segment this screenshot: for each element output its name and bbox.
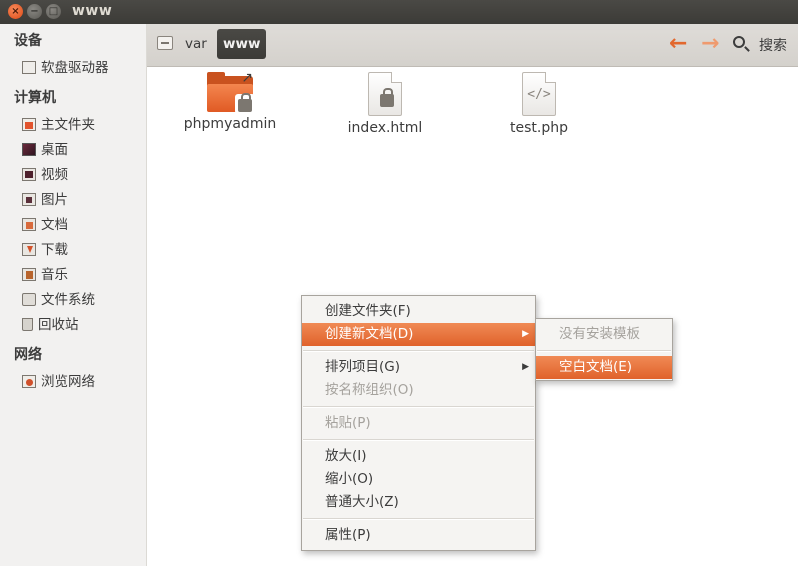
menu-item-zoom-out[interactable]: 缩小(O) — [302, 468, 535, 491]
menu-separator — [303, 439, 534, 441]
desktop-icon — [22, 143, 36, 156]
submenu-arrow-icon: ▶ — [522, 329, 529, 339]
sidebar-item-trash[interactable]: 回收站 — [22, 314, 79, 336]
maximize-window-button[interactable]: □ — [46, 4, 61, 19]
sidebar-item-label: 文件系统 — [41, 292, 95, 308]
sidebar-item-home[interactable]: 主文件夹 — [22, 114, 95, 136]
folder-icon: ↗ — [207, 70, 255, 114]
sidebar-item-music[interactable]: 音乐 — [22, 264, 68, 286]
search-button-label[interactable]: 搜索 — [759, 35, 787, 55]
pictures-folder-icon — [22, 193, 36, 206]
lock-icon — [380, 88, 394, 107]
sidebar-section-network: 网络 — [14, 347, 42, 363]
menu-item-organize-by-name: 按名称组织(O) — [325, 382, 414, 398]
window-titlebar: × − □ www — [0, 0, 798, 24]
submenu-item-no-templates: 没有安装模板 — [559, 326, 640, 342]
menu-item-normal-size[interactable]: 普通大小(Z) — [302, 491, 535, 514]
submenu-arrow-icon: ▶ — [522, 362, 529, 372]
sidebar-item-label: 主文件夹 — [41, 117, 95, 133]
sidebar-item-pictures[interactable]: 图片 — [22, 189, 68, 211]
breadcrumb-www[interactable]: www — [217, 29, 267, 59]
window-title: www — [72, 3, 113, 19]
location-toolbar: var www ← → 搜索 — [147, 24, 798, 67]
home-folder-icon — [22, 118, 36, 131]
sidebar-item-label: 下载 — [41, 242, 68, 258]
filesystem-icon — [22, 293, 36, 306]
sidebar-item-label: 图片 — [41, 192, 68, 208]
file-name: index.html — [347, 120, 423, 136]
network-icon — [22, 375, 36, 388]
file-item-index-html[interactable]: index.html — [325, 72, 445, 136]
file-item-phpmyadmin[interactable]: ↗ phpmyadmin — [170, 70, 290, 132]
minimize-window-button[interactable]: − — [27, 4, 42, 19]
file-name: phpmyadmin — [183, 116, 277, 132]
floppy-drive-icon — [22, 61, 36, 74]
sidebar-item-label: 音乐 — [41, 267, 68, 283]
sidebar-item-label: 桌面 — [41, 142, 68, 158]
menu-separator — [303, 350, 534, 352]
sidebar-item-label: 浏览网络 — [41, 374, 95, 390]
sidebar-item-label: 回收站 — [38, 317, 79, 333]
submenu-item-empty-document[interactable]: 空白文档(E) — [536, 356, 672, 379]
documents-folder-icon — [22, 218, 36, 231]
menu-item-zoom-in[interactable]: 放大(I) — [302, 445, 535, 468]
close-window-button[interactable]: × — [8, 4, 23, 19]
sidebar-item-documents[interactable]: 文档 — [22, 214, 68, 236]
sidebar-item-downloads[interactable]: 下载 — [22, 239, 68, 261]
menu-item-arrange-items[interactable]: 排列项目(G) ▶ — [302, 356, 535, 379]
file-name: test.php — [510, 120, 568, 136]
context-menu: 创建文件夹(F) 创建新文档(D) ▶ 排列项目(G) ▶ 按名称组织(O) 粘贴(… — [301, 295, 536, 551]
symlink-arrow-icon: ↗ — [241, 70, 253, 86]
file-item-test-php[interactable]: </> test.php — [479, 72, 599, 136]
menu-separator — [303, 518, 534, 520]
menu-item-create-document[interactable]: 创建新文档(D) ▶ — [302, 323, 535, 346]
drive-crumb-icon[interactable] — [157, 36, 173, 50]
sidebar-item-label: 视频 — [41, 167, 68, 183]
music-folder-icon — [22, 268, 36, 281]
trash-icon — [22, 318, 33, 331]
search-icon[interactable] — [733, 36, 745, 48]
menu-separator — [303, 406, 534, 408]
sidebar-item-browse-network[interactable]: 浏览网络 — [22, 371, 95, 393]
menu-separator — [537, 350, 671, 352]
sidebar-item-filesystem[interactable]: 文件系统 — [22, 289, 95, 311]
places-sidebar: 设备 软盘驱动器 计算机 主文件夹 桌面 视频 图片 文档 下载 音乐 文件系统… — [0, 24, 147, 566]
downloads-folder-icon — [22, 243, 36, 256]
sidebar-item-floppy-drive[interactable]: 软盘驱动器 — [22, 57, 109, 79]
back-arrow-icon[interactable]: ← — [669, 32, 687, 56]
code-icon: </> — [527, 87, 551, 102]
sidebar-section-computer: 计算机 — [14, 90, 56, 106]
sidebar-item-videos[interactable]: 视频 — [22, 164, 68, 186]
new-document-submenu: 没有安装模板 空白文档(E) — [535, 318, 673, 381]
forward-arrow-icon[interactable]: → — [701, 32, 719, 56]
menu-item-paste: 粘贴(P) — [325, 415, 371, 431]
sidebar-item-desktop[interactable]: 桌面 — [22, 139, 68, 161]
script-file-icon: </> — [522, 72, 556, 116]
breadcrumb-var[interactable]: var — [185, 36, 207, 52]
sidebar-item-label: 软盘驱动器 — [41, 60, 109, 76]
sidebar-section-devices: 设备 — [14, 33, 42, 49]
menu-item-properties[interactable]: 属性(P) — [302, 524, 535, 547]
menu-item-create-folder[interactable]: 创建文件夹(F) — [302, 300, 535, 323]
html-file-icon — [368, 72, 402, 116]
lock-icon — [238, 93, 252, 112]
videos-folder-icon — [22, 168, 36, 181]
sidebar-item-label: 文档 — [41, 217, 68, 233]
